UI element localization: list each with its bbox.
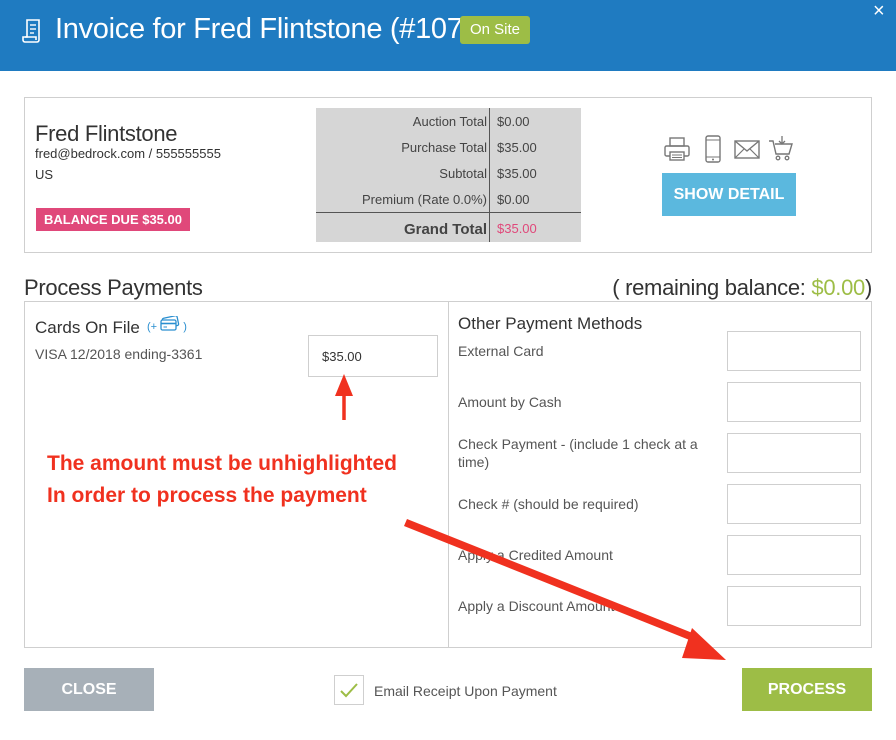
remaining-suffix: ): [864, 275, 872, 300]
totals-value: $35.00: [497, 140, 537, 155]
totals-label: Subtotal: [439, 166, 487, 181]
credit-card-icon: [160, 315, 180, 331]
email-receipt-label: Email Receipt Upon Payment: [374, 683, 557, 699]
remaining-balance: ( remaining balance: $0.00): [612, 275, 872, 301]
totals-value: $35.00: [497, 166, 537, 181]
action-icons: [663, 135, 803, 163]
balance-due-badge: BALANCE DUE $35.00: [36, 208, 190, 231]
checkmark-icon: [340, 683, 358, 698]
remaining-prefix: ( remaining balance:: [612, 275, 812, 300]
payments-divider: [448, 302, 449, 647]
totals-row: Subtotal $35.00: [316, 160, 581, 186]
discount-amount-input[interactable]: [727, 586, 861, 626]
mobile-icon[interactable]: [699, 135, 727, 163]
external-card-input[interactable]: [727, 331, 861, 371]
check-number-label: Check # (should be required): [458, 496, 639, 512]
customer-contact: fred@bedrock.com / 555555555: [35, 146, 221, 161]
close-icon[interactable]: ×: [873, 1, 885, 21]
printer-icon[interactable]: [663, 135, 691, 163]
totals-label: Auction Total: [412, 114, 487, 129]
totals-table: Auction Total $0.00 Purchase Total $35.0…: [316, 108, 581, 242]
customer-name: Fred Flintstone: [35, 121, 178, 146]
show-detail-button[interactable]: SHOW DETAIL: [662, 173, 796, 216]
card-amount-input[interactable]: [308, 335, 438, 377]
cash-amount-label: Amount by Cash: [458, 394, 562, 410]
add-card-label: (+: [147, 321, 158, 333]
email-receipt-checkbox[interactable]: [334, 675, 364, 705]
grand-total-row: Grand Total $35.00: [316, 213, 581, 239]
email-icon[interactable]: [733, 135, 761, 163]
external-card-label: External Card: [458, 343, 544, 359]
check-number-input[interactable]: [727, 484, 861, 524]
credited-amount-label: Apply a Credited Amount: [458, 547, 613, 563]
credited-amount-input[interactable]: [727, 535, 861, 575]
discount-amount-label: Apply a Discount Amount: [458, 598, 615, 614]
grand-total-value: $35.00: [497, 221, 537, 236]
totals-row: Premium (Rate 0.0%) $0.00: [316, 186, 581, 212]
receipt-icon: [22, 19, 40, 43]
customer-country: US: [35, 167, 54, 182]
other-payment-methods-title: Other Payment Methods: [458, 314, 643, 333]
close-button[interactable]: CLOSE: [24, 668, 154, 711]
totals-value: $0.00: [497, 192, 530, 207]
add-card-suffix: ): [183, 321, 187, 333]
annotation-line: In order to process the payment: [47, 484, 367, 507]
check-payment-input[interactable]: [727, 433, 861, 473]
check-payment-label: Check Payment - (include 1 check at a ti…: [458, 436, 698, 470]
remaining-amount: $0.00: [811, 275, 865, 300]
annotation-text: The amount must be unhighlighted In orde…: [47, 448, 397, 512]
status-badge: On Site: [460, 16, 531, 44]
totals-value: $0.00: [497, 114, 530, 129]
totals-label: Purchase Total: [401, 140, 487, 155]
totals-row: Purchase Total $35.00: [316, 134, 581, 160]
annotation-line: The amount must be unhighlighted: [47, 452, 397, 475]
page-title: Invoice for Fred Flintstone (#107): [55, 13, 472, 45]
invoice-summary: Fred Flintstone fred@bedrock.com / 55555…: [24, 97, 872, 253]
process-button[interactable]: PROCESS: [742, 668, 872, 711]
totals-label: Premium (Rate 0.0%): [362, 192, 487, 207]
cart-icon[interactable]: [767, 135, 795, 163]
grand-total-label: Grand Total: [403, 221, 487, 238]
card-on-file-item: VISA 12/2018 ending-3361: [35, 346, 203, 362]
cards-on-file-title: Cards On File: [35, 318, 140, 337]
add-card-link[interactable]: (+ ): [147, 315, 187, 333]
modal-header: Invoice for Fred Flintstone (#107) On Si…: [0, 0, 896, 71]
totals-row: Auction Total $0.00: [316, 108, 581, 134]
process-payments-title: Process Payments: [24, 275, 203, 300]
cash-amount-input[interactable]: [727, 382, 861, 422]
